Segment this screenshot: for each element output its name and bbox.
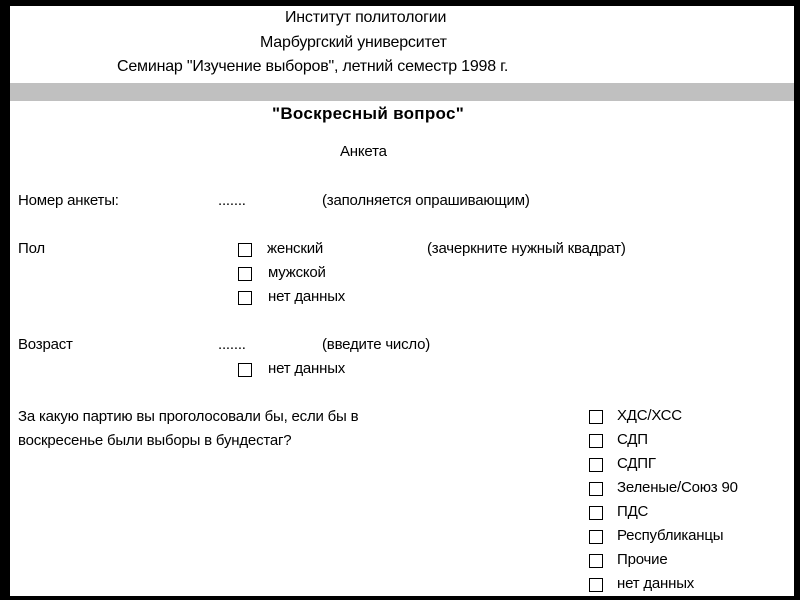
option-label: нет данных [268,360,346,377]
form-title: "Воскресный вопрос" [272,104,465,123]
checkbox[interactable] [238,363,252,377]
option-label: нет данных [268,288,346,305]
checkbox[interactable] [589,578,603,592]
questionnaire-number-note: (заполняется опрашивающим) [322,192,530,209]
vote-question-line1: За какую партию вы проголосовали бы, есл… [18,408,359,425]
checkbox[interactable] [238,267,252,281]
sex-label: Пол [18,240,45,257]
questionnaire-page: Институт политологии Марбургский универс… [10,6,794,597]
option-label: Зеленые/Союз 90 [617,479,738,496]
checkbox[interactable] [589,554,603,568]
option-label: ХДС/ХСС [617,407,682,424]
option-label: Республиканцы [617,527,724,544]
university-name: Марбургский университет [260,34,447,51]
divider-band [10,83,794,101]
questionnaire-number-field[interactable]: ....... [218,192,246,209]
option-label: СДП [617,431,648,448]
age-label: Возраст [18,336,73,353]
age-note: (введите число) [322,336,431,353]
institute-name: Институт политологии [285,9,447,26]
option-label: ПДС [617,503,649,520]
checkbox[interactable] [589,530,603,544]
checkbox[interactable] [589,482,603,496]
option-label: мужской [268,264,326,281]
option-label: нет данных [617,575,695,592]
questionnaire-number-label: Номер анкеты: [18,192,119,209]
option-label: СДПГ [617,455,656,472]
age-field[interactable]: ....... [218,336,246,353]
sex-note: (зачеркните нужный квадрат) [427,240,626,257]
checkbox[interactable] [589,458,603,472]
checkbox[interactable] [238,291,252,305]
seminar-name: Семинар "Изучение выборов", летний семес… [117,58,509,75]
option-label: Прочие [617,551,668,568]
checkbox[interactable] [589,506,603,520]
form-subtitle: Анкета [340,143,387,160]
checkbox[interactable] [589,434,603,448]
vote-question-line2: воскресенье были выборы в бундестаг? [18,432,292,449]
checkbox[interactable] [238,243,252,257]
checkbox[interactable] [589,410,603,424]
option-label: женский [267,240,324,257]
